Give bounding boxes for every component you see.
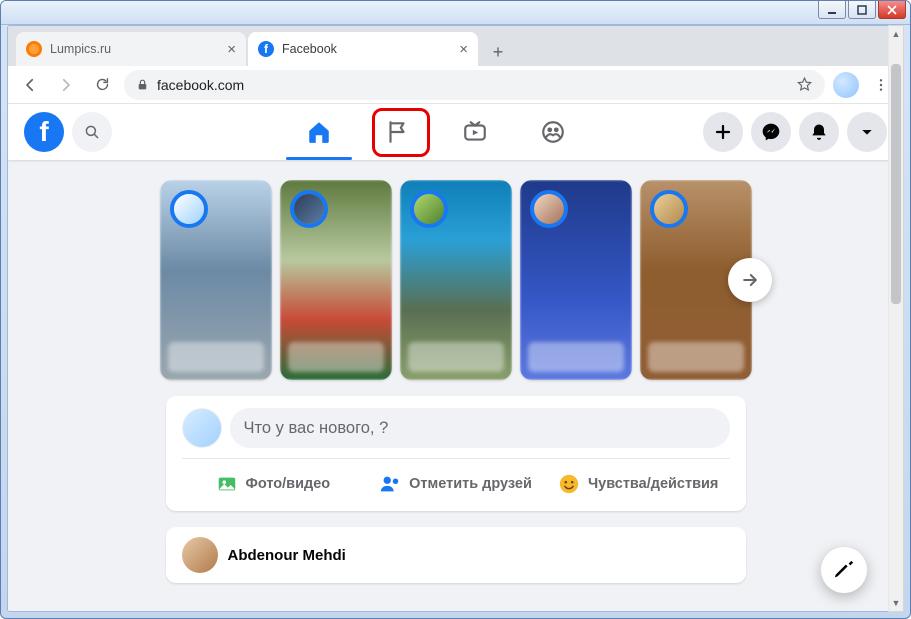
close-window-button[interactable] xyxy=(878,1,906,19)
news-feed[interactable]: Что у вас нового, ? Фото/видео Отметить … xyxy=(8,160,903,593)
profile-avatar[interactable] xyxy=(833,72,859,98)
stories-next-button[interactable] xyxy=(728,258,772,302)
home-icon xyxy=(306,119,332,145)
scroll-down-arrow[interactable]: ▼ xyxy=(889,595,903,611)
new-message-icon xyxy=(833,559,855,581)
photo-video-icon xyxy=(216,473,238,495)
star-icon[interactable] xyxy=(796,76,813,93)
fb-nav-center xyxy=(224,109,647,155)
feed-post[interactable]: Abdenour Mehdi xyxy=(166,527,746,583)
nav-watch[interactable] xyxy=(440,109,510,155)
lumpics-favicon xyxy=(26,41,42,57)
window-titlebar xyxy=(1,1,910,25)
facebook-favicon: f xyxy=(258,41,274,57)
new-message-fab[interactable] xyxy=(821,547,867,593)
nav-pages[interactable] xyxy=(362,109,432,155)
maximize-button[interactable] xyxy=(848,1,876,19)
address-bar[interactable]: facebook.com xyxy=(124,70,825,100)
notifications-button[interactable] xyxy=(799,112,839,152)
composer-avatar[interactable] xyxy=(182,408,222,448)
close-tab-icon[interactable]: × xyxy=(227,42,236,57)
create-button[interactable] xyxy=(703,112,743,152)
post-author-avatar[interactable] xyxy=(182,537,218,573)
post-composer: Что у вас нового, ? Фото/видео Отметить … xyxy=(166,396,746,511)
close-tab-icon[interactable]: × xyxy=(459,42,468,57)
tab-title: Facebook xyxy=(282,42,451,56)
minimize-button[interactable] xyxy=(818,1,846,19)
watch-icon xyxy=(462,119,488,145)
stories-tray xyxy=(160,180,752,380)
composer-photo-video[interactable]: Фото/видео xyxy=(182,465,365,503)
groups-icon xyxy=(540,119,566,145)
tab-title: Lumpics.ru xyxy=(50,42,219,56)
scrollbar-thumb[interactable] xyxy=(891,64,901,304)
account-button[interactable] xyxy=(847,112,887,152)
tab-strip: Lumpics.ru × f Facebook × + xyxy=(8,26,903,66)
reload-button[interactable] xyxy=(88,71,116,99)
browser-frame: Lumpics.ru × f Facebook × + facebook.com xyxy=(7,25,904,612)
browser-tab[interactable]: Lumpics.ru × xyxy=(16,32,246,66)
nav-groups[interactable] xyxy=(518,109,588,155)
search-button[interactable] xyxy=(72,112,112,152)
facebook-header: f xyxy=(8,104,903,160)
composer-prompt[interactable]: Что у вас нового, ? xyxy=(230,408,730,448)
story-card[interactable] xyxy=(520,180,632,380)
window-scrollbar[interactable]: ▲ ▼ xyxy=(888,25,904,612)
story-card[interactable] xyxy=(280,180,392,380)
composer-feeling[interactable]: Чувства/действия xyxy=(547,465,730,503)
lock-icon xyxy=(136,78,149,91)
browser-tab[interactable]: f Facebook × xyxy=(248,32,478,66)
feeling-icon xyxy=(558,473,580,495)
story-card[interactable] xyxy=(400,180,512,380)
back-button[interactable] xyxy=(16,71,44,99)
new-tab-button[interactable]: + xyxy=(484,38,512,66)
messenger-icon xyxy=(761,122,781,142)
arrow-right-icon xyxy=(740,270,760,290)
messenger-button[interactable] xyxy=(751,112,791,152)
plus-icon xyxy=(714,123,732,141)
aero-window: Lumpics.ru × f Facebook × + facebook.com xyxy=(0,0,911,619)
composer-tag-friends[interactable]: Отметить друзей xyxy=(364,465,547,503)
post-author-name[interactable]: Abdenour Mehdi xyxy=(228,547,346,564)
facebook-logo[interactable]: f xyxy=(24,112,64,152)
page-content: f xyxy=(8,104,903,611)
scroll-up-arrow[interactable]: ▲ xyxy=(889,26,903,42)
forward-button[interactable] xyxy=(52,71,80,99)
story-card[interactable] xyxy=(160,180,272,380)
nav-home[interactable] xyxy=(284,109,354,155)
url-text: facebook.com xyxy=(157,77,244,93)
caret-down-icon xyxy=(859,124,875,140)
flag-icon xyxy=(384,119,410,145)
bell-icon xyxy=(809,122,829,142)
browser-toolbar: facebook.com xyxy=(8,66,903,104)
tag-friends-icon xyxy=(379,473,401,495)
